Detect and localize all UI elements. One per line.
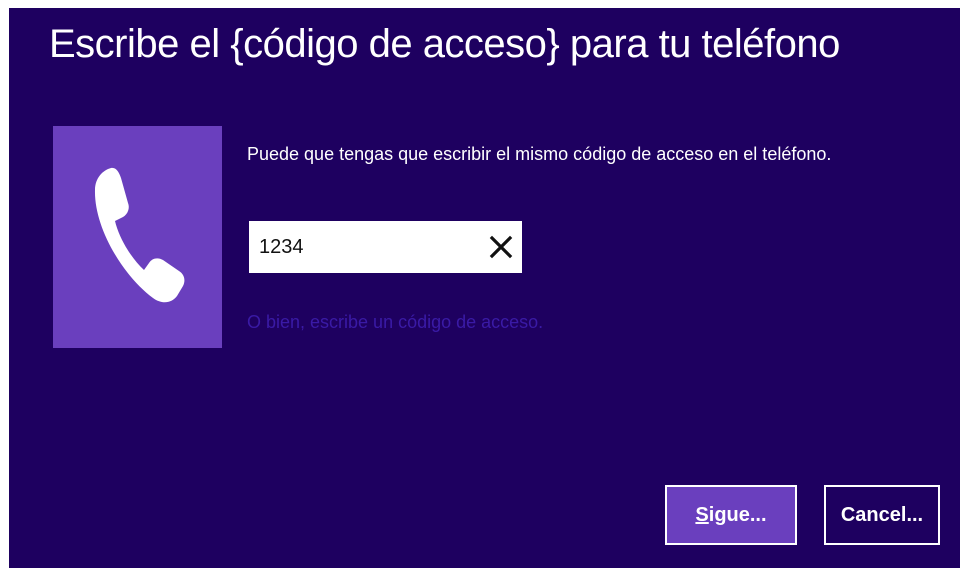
next-button[interactable]: Sigue... <box>665 485 797 545</box>
phone-tile <box>53 126 222 348</box>
close-icon <box>489 235 513 259</box>
enter-code-link[interactable]: O bien, escribe un código de acceso. <box>247 312 543 333</box>
cancel-button[interactable]: Cancel... <box>824 485 940 545</box>
code-input[interactable] <box>259 221 479 273</box>
hint-text: Puede que tengas que escribir el mismo c… <box>247 144 832 164</box>
cancel-button-label: Cancel... <box>840 503 924 526</box>
clear-button[interactable] <box>486 231 516 263</box>
code-field[interactable] <box>247 219 524 275</box>
phone-icon <box>94 167 185 303</box>
pairing-dialog: Escribe el {código de acceso} para tu te… <box>9 8 960 568</box>
next-button-label: Sigue... <box>695 503 767 526</box>
dialog-title: Escribe el {código de acceso} para tu te… <box>49 22 840 66</box>
